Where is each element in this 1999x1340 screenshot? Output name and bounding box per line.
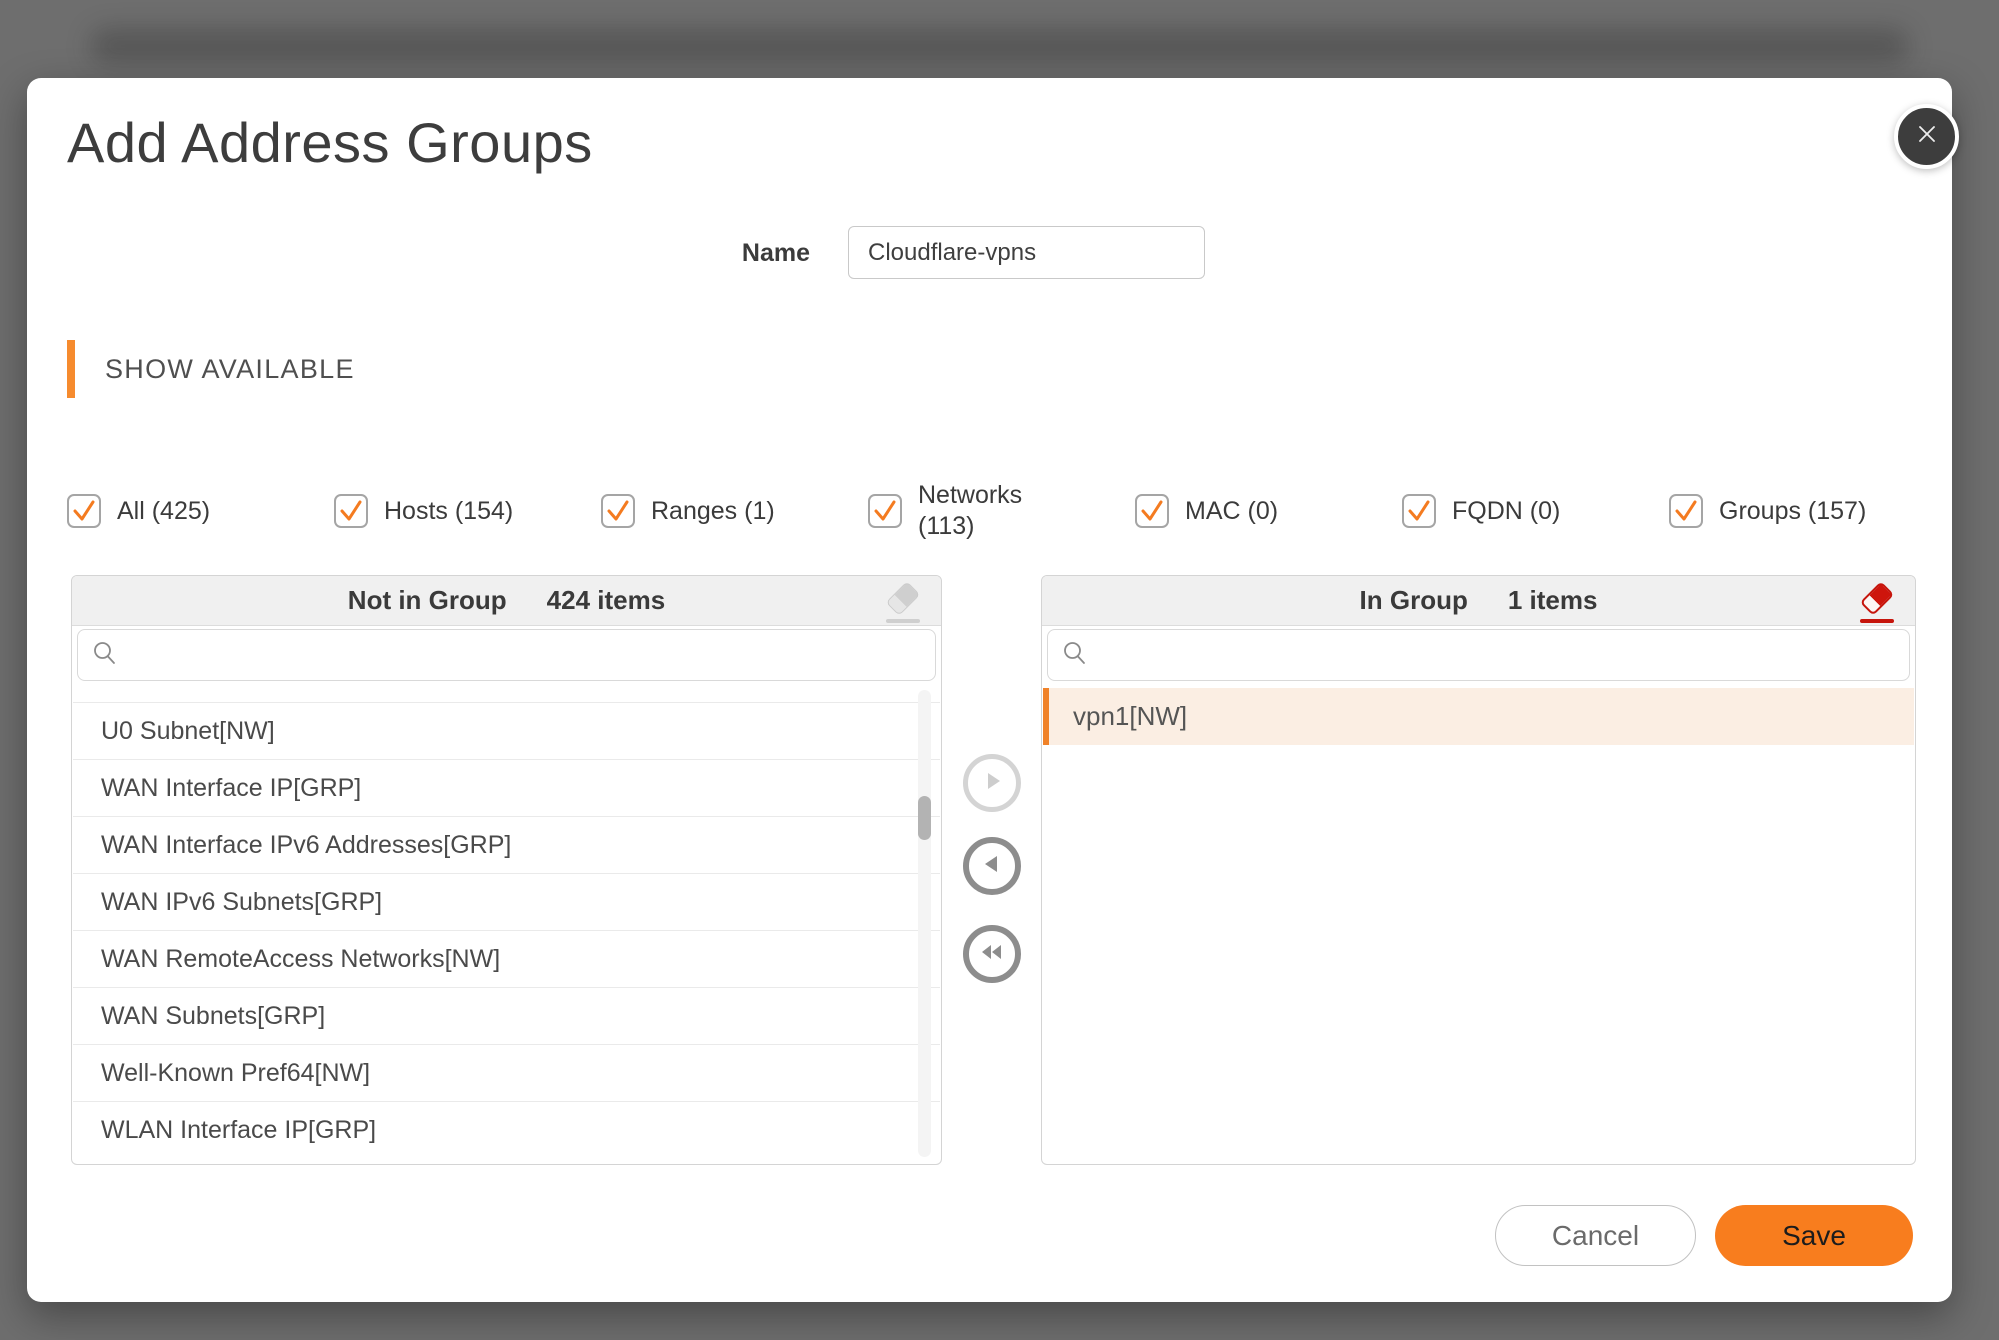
filter-label: All (425)	[117, 496, 210, 527]
filter-label: Groups (157)	[1719, 496, 1866, 527]
not-in-group-search-input[interactable]	[128, 630, 921, 680]
selected-list-item[interactable]: vpn1[NW]	[1043, 688, 1914, 745]
list-item[interactable]: U0 Subnet[NW]	[73, 702, 940, 759]
move-all-left-button[interactable]	[963, 925, 1021, 983]
in-group-search-input[interactable]	[1098, 630, 1895, 680]
arrow-left-icon	[979, 851, 1005, 882]
add-address-groups-dialog: Add Address Groups Name SHOW AVAILABLE A…	[27, 78, 1952, 1302]
move-right-button[interactable]	[963, 754, 1021, 812]
cancel-button[interactable]: Cancel	[1495, 1205, 1696, 1266]
list-item[interactable]: WAN Interface IP[GRP]	[73, 759, 940, 816]
dialog-title: Add Address Groups	[67, 110, 593, 175]
checkbox-checked-icon	[1669, 494, 1703, 528]
list-item[interactable]: WAN Interface IPv6 Addresses[GRP]	[73, 816, 940, 873]
checkbox-checked-icon	[868, 494, 902, 528]
close-button[interactable]	[1894, 104, 1959, 169]
save-button[interactable]: Save	[1715, 1205, 1913, 1266]
show-available-section: SHOW AVAILABLE	[67, 340, 355, 398]
move-left-button[interactable]	[963, 837, 1021, 895]
panel-title: In Group	[1360, 585, 1468, 616]
not-in-group-list: U0 Subnet[NW] WAN Interface IP[GRP] WAN …	[73, 688, 940, 1163]
panel-item-count: 424 items	[547, 585, 666, 616]
in-group-searchbar	[1047, 629, 1910, 681]
filter-checkbox-mac[interactable]: MAC (0)	[1135, 494, 1402, 528]
list-item[interactable]: WAN IPv6 Subnets[GRP]	[73, 873, 940, 930]
checkbox-checked-icon	[1402, 494, 1436, 528]
scrollbar-thumb[interactable]	[918, 796, 931, 840]
checkbox-checked-icon	[1135, 494, 1169, 528]
list-item[interactable]: WAN Subnets[GRP]	[73, 987, 940, 1044]
in-group-panel: In Group 1 items vpn1[NW]	[1041, 575, 1916, 1165]
filter-row: All (425) Hosts (154) Ranges (1) Network…	[67, 473, 1912, 549]
filter-checkbox-ranges[interactable]: Ranges (1)	[601, 494, 868, 528]
filter-checkbox-groups[interactable]: Groups (157)	[1669, 494, 1936, 528]
background-page-blur	[90, 28, 1909, 64]
panel-title: Not in Group	[348, 585, 507, 616]
checkbox-checked-icon	[334, 494, 368, 528]
filter-label: MAC (0)	[1185, 496, 1278, 527]
arrow-right-icon	[979, 768, 1005, 799]
panel-item-count: 1 items	[1508, 585, 1598, 616]
clear-left-list-eraser-icon[interactable]	[883, 579, 925, 625]
filter-label: Networks (113)	[918, 480, 1022, 542]
section-label: SHOW AVAILABLE	[105, 354, 355, 385]
filter-checkbox-networks[interactable]: Networks (113)	[868, 480, 1135, 542]
in-group-header: In Group 1 items	[1042, 576, 1915, 626]
list-item[interactable]: WLAN Interface IP[GRP]	[73, 1101, 940, 1158]
filter-checkbox-fqdn[interactable]: FQDN (0)	[1402, 494, 1669, 528]
close-icon	[1914, 121, 1940, 152]
not-in-group-header: Not in Group 424 items	[72, 576, 941, 626]
section-accent-bar	[67, 340, 75, 398]
left-list-scrollbar[interactable]	[918, 690, 931, 1157]
not-in-group-panel: Not in Group 424 items U0 Subnet[NW] WAN…	[71, 575, 942, 1165]
clear-right-list-eraser-icon[interactable]	[1857, 579, 1899, 625]
name-input[interactable]	[848, 226, 1205, 279]
filter-label: Ranges (1)	[651, 496, 775, 527]
checkbox-checked-icon	[601, 494, 635, 528]
checkbox-checked-icon	[67, 494, 101, 528]
search-icon	[1062, 640, 1088, 671]
list-item[interactable]: WAN RemoteAccess Networks[NW]	[73, 930, 940, 987]
not-in-group-searchbar	[77, 629, 936, 681]
filter-checkbox-hosts[interactable]: Hosts (154)	[334, 494, 601, 528]
selected-item-accent-bar	[1043, 688, 1049, 745]
list-item[interactable]: Well-Known Pref64[NW]	[73, 1044, 940, 1101]
selected-item-label: vpn1[NW]	[1073, 701, 1187, 731]
filter-label: FQDN (0)	[1452, 496, 1560, 527]
name-label: Name	[560, 238, 810, 268]
search-icon	[92, 640, 118, 671]
filter-label: Hosts (154)	[384, 496, 513, 527]
filter-checkbox-all[interactable]: All (425)	[67, 494, 334, 528]
in-group-list: vpn1[NW]	[1043, 688, 1914, 1163]
double-arrow-left-icon	[978, 939, 1006, 970]
